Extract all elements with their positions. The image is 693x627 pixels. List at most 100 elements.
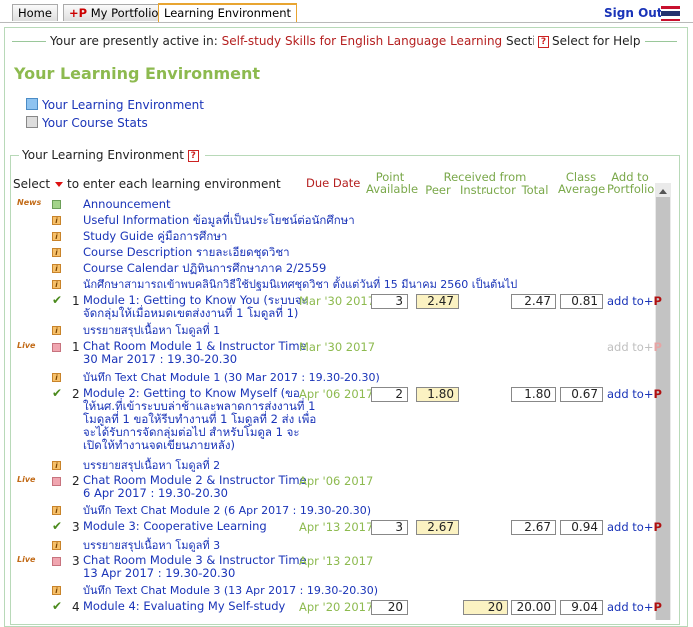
- col-class-2: Average: [558, 182, 606, 196]
- group-title: Your Learning Environment ?: [19, 148, 205, 162]
- vertical-scrollbar[interactable]: [655, 183, 671, 620]
- point-available-value: 3: [371, 520, 408, 535]
- row-useful-information[interactable]: Useful Information ข้อมูลที่เป็นประโยชน์…: [83, 214, 355, 227]
- row-course-description[interactable]: Course Description รายละเอียดชุดวิชา: [83, 246, 290, 259]
- check-icon: ✔: [52, 599, 63, 613]
- news-badge-icon: News: [17, 198, 42, 207]
- scrollbar-thumb[interactable]: [656, 197, 670, 620]
- row-module-4[interactable]: Module 4: Evaluating My Self-study: [83, 600, 285, 613]
- info-icon: i: [52, 232, 61, 241]
- active-course-status: Your are presently active in: Self-study…: [46, 34, 571, 48]
- add-to-portfolio-disabled: add to+P: [607, 340, 662, 354]
- add-to-portfolio-link[interactable]: add to+P: [607, 520, 662, 534]
- due-date: Apr '13 2017: [299, 520, 374, 534]
- due-date: Apr '06 2017: [299, 387, 374, 401]
- col-point-2: Available: [366, 182, 419, 196]
- total-score-value: 1.80: [511, 387, 556, 402]
- row-text-chat-3[interactable]: บันทึก Text Chat Module 3 (13 Apr 2017 :…: [83, 584, 378, 597]
- class-average-value: 0.94: [560, 520, 603, 535]
- tab-portfolio-label: My Portfolio: [90, 6, 159, 20]
- col-due-date: Due Date: [306, 176, 361, 190]
- row-module-3[interactable]: Module 3: Cooperative Learning: [83, 520, 267, 533]
- dropdown-arrow-icon: [55, 181, 64, 187]
- row-summary-module-1[interactable]: บรรยายสรุปเนื้อหา โมดูลที่ 1: [83, 324, 220, 337]
- due-date: Apr '13 2017: [299, 554, 374, 568]
- course-name: Self-study Skills for English Language L…: [221, 34, 503, 48]
- total-score-value: 2.47: [511, 294, 556, 309]
- col-instructor: Instructor: [460, 183, 516, 197]
- row-announcement[interactable]: Announcement: [83, 198, 171, 211]
- col-total: Total: [521, 183, 549, 197]
- row-text-chat-2[interactable]: บันทึก Text Chat Module 2 (6 Apr 2017 : …: [83, 504, 371, 517]
- check-icon: ✔: [52, 519, 63, 533]
- due-date: Apr '06 2017: [299, 474, 374, 488]
- peer-score-value: 2.47: [416, 294, 459, 309]
- check-icon: ✔: [52, 293, 63, 307]
- tab-learning-label: Learning Environment: [164, 6, 292, 20]
- nav-learning-environment[interactable]: Your Learning Environment: [26, 98, 204, 112]
- row-summary-module-2[interactable]: บรรยายสรุปเนื้อหา โมดูลที่ 2: [83, 459, 220, 472]
- tab-home[interactable]: Home: [12, 4, 58, 21]
- tab-my-portfolio[interactable]: +P My Portfolio: [63, 4, 165, 21]
- announcement-icon: [52, 200, 61, 209]
- title-line: 13 Apr 2017 : 19.30-20.30: [83, 566, 236, 580]
- title-line: เปิดให้ทำงานจดเขียนภายหลัง): [83, 438, 235, 452]
- row-course-calendar[interactable]: Course Calendar ปฏิทินการศึกษาภาค 2/2559: [83, 262, 326, 275]
- module-number: 3: [72, 520, 80, 534]
- add-label: add to+: [607, 340, 654, 354]
- add-label: add to+: [607, 294, 654, 308]
- info-icon: i: [52, 280, 61, 289]
- environment-icon: [26, 98, 38, 110]
- col-add-to-portfolio: Add to Portfolio: [607, 171, 655, 196]
- info-icon: i: [52, 506, 61, 515]
- row-module-2[interactable]: Module 2: Getting to Know Myself (ขอ ให้…: [83, 387, 316, 452]
- row-orientation-notice[interactable]: นักศึกษาสามารถเข้าพบคลินิกวิธีใช้ปฐมนิเท…: [83, 278, 517, 291]
- due-date: Mar '30 2017: [299, 294, 376, 308]
- due-date: Apr '20 2017: [299, 600, 374, 614]
- row-chat-room-2[interactable]: Chat Room Module 2 & Instructor Time 6 Ap…: [83, 474, 307, 500]
- select-word: Select: [13, 177, 51, 191]
- class-average-value: 9.04: [560, 600, 603, 615]
- chat-room-icon: [52, 343, 61, 352]
- title-line: จัดกลุ่มให้เมื่อหมดเขตส่งงานที่ 1 โมดูลท…: [83, 306, 299, 320]
- page-title: Your Learning Environment: [14, 64, 261, 83]
- module-number: 1: [72, 294, 80, 308]
- portfolio-p-icon: P: [653, 387, 662, 401]
- help-icon[interactable]: ?: [187, 150, 199, 162]
- point-available-value: 20: [371, 600, 408, 615]
- select-hint: Select to enter each learning environment: [13, 177, 281, 191]
- due-date: Mar '30 2017: [299, 340, 376, 354]
- row-summary-module-3[interactable]: บรรยายสรุปเนื้อหา โมดูลที่ 3: [83, 539, 220, 552]
- live-badge-icon: Live: [17, 341, 36, 350]
- row-chat-room-3[interactable]: Chat Room Module 3 & Instructor Time 13 A…: [83, 554, 307, 580]
- nav-label: Your Course Stats: [42, 116, 148, 130]
- portfolio-p-icon: +P: [69, 6, 88, 20]
- row-chat-room-1[interactable]: Chat Room Module 1 & Instructor Time 30 M…: [83, 340, 307, 366]
- info-icon: i: [52, 586, 61, 595]
- module-number: 3: [72, 554, 80, 568]
- title-line: 6 Apr 2017 : 19.30-20.30: [83, 486, 228, 500]
- help-link[interactable]: ? Select for Help: [534, 34, 645, 48]
- add-to-portfolio-link[interactable]: add to+P: [607, 387, 662, 401]
- info-icon: i: [52, 373, 61, 382]
- select-hint-text: to enter each learning environment: [67, 177, 281, 191]
- portfolio-p-icon: P: [653, 520, 662, 534]
- module-number: 2: [72, 474, 80, 488]
- add-to-portfolio-link[interactable]: add to+P: [607, 294, 662, 308]
- sign-out-link[interactable]: Sign Out: [604, 6, 663, 20]
- peer-score-value: 1.80: [416, 387, 459, 402]
- thai-flag-icon[interactable]: [661, 6, 680, 22]
- row-module-1[interactable]: Module 1: Getting to Know You (ระบบจะ จัด…: [83, 294, 308, 320]
- check-icon: ✔: [52, 386, 63, 400]
- point-available-value: 2: [371, 387, 408, 402]
- scroll-up-icon[interactable]: [659, 189, 667, 194]
- col-point-available: Point Available: [366, 171, 419, 196]
- tab-learning-environment[interactable]: Learning Environment: [158, 3, 298, 22]
- add-to-portfolio-link[interactable]: add to+P: [607, 600, 662, 614]
- nav-course-stats[interactable]: Your Course Stats: [26, 116, 148, 130]
- nav-label: Your Learning Environment: [42, 98, 204, 112]
- chat-room-icon: [52, 557, 61, 566]
- row-study-guide[interactable]: Study Guide คู่มือการศึกษา: [83, 230, 227, 243]
- col-add-2: Portfolio: [607, 182, 655, 196]
- row-text-chat-1[interactable]: บันทึก Text Chat Module 1 (30 Mar 2017 :…: [83, 371, 380, 384]
